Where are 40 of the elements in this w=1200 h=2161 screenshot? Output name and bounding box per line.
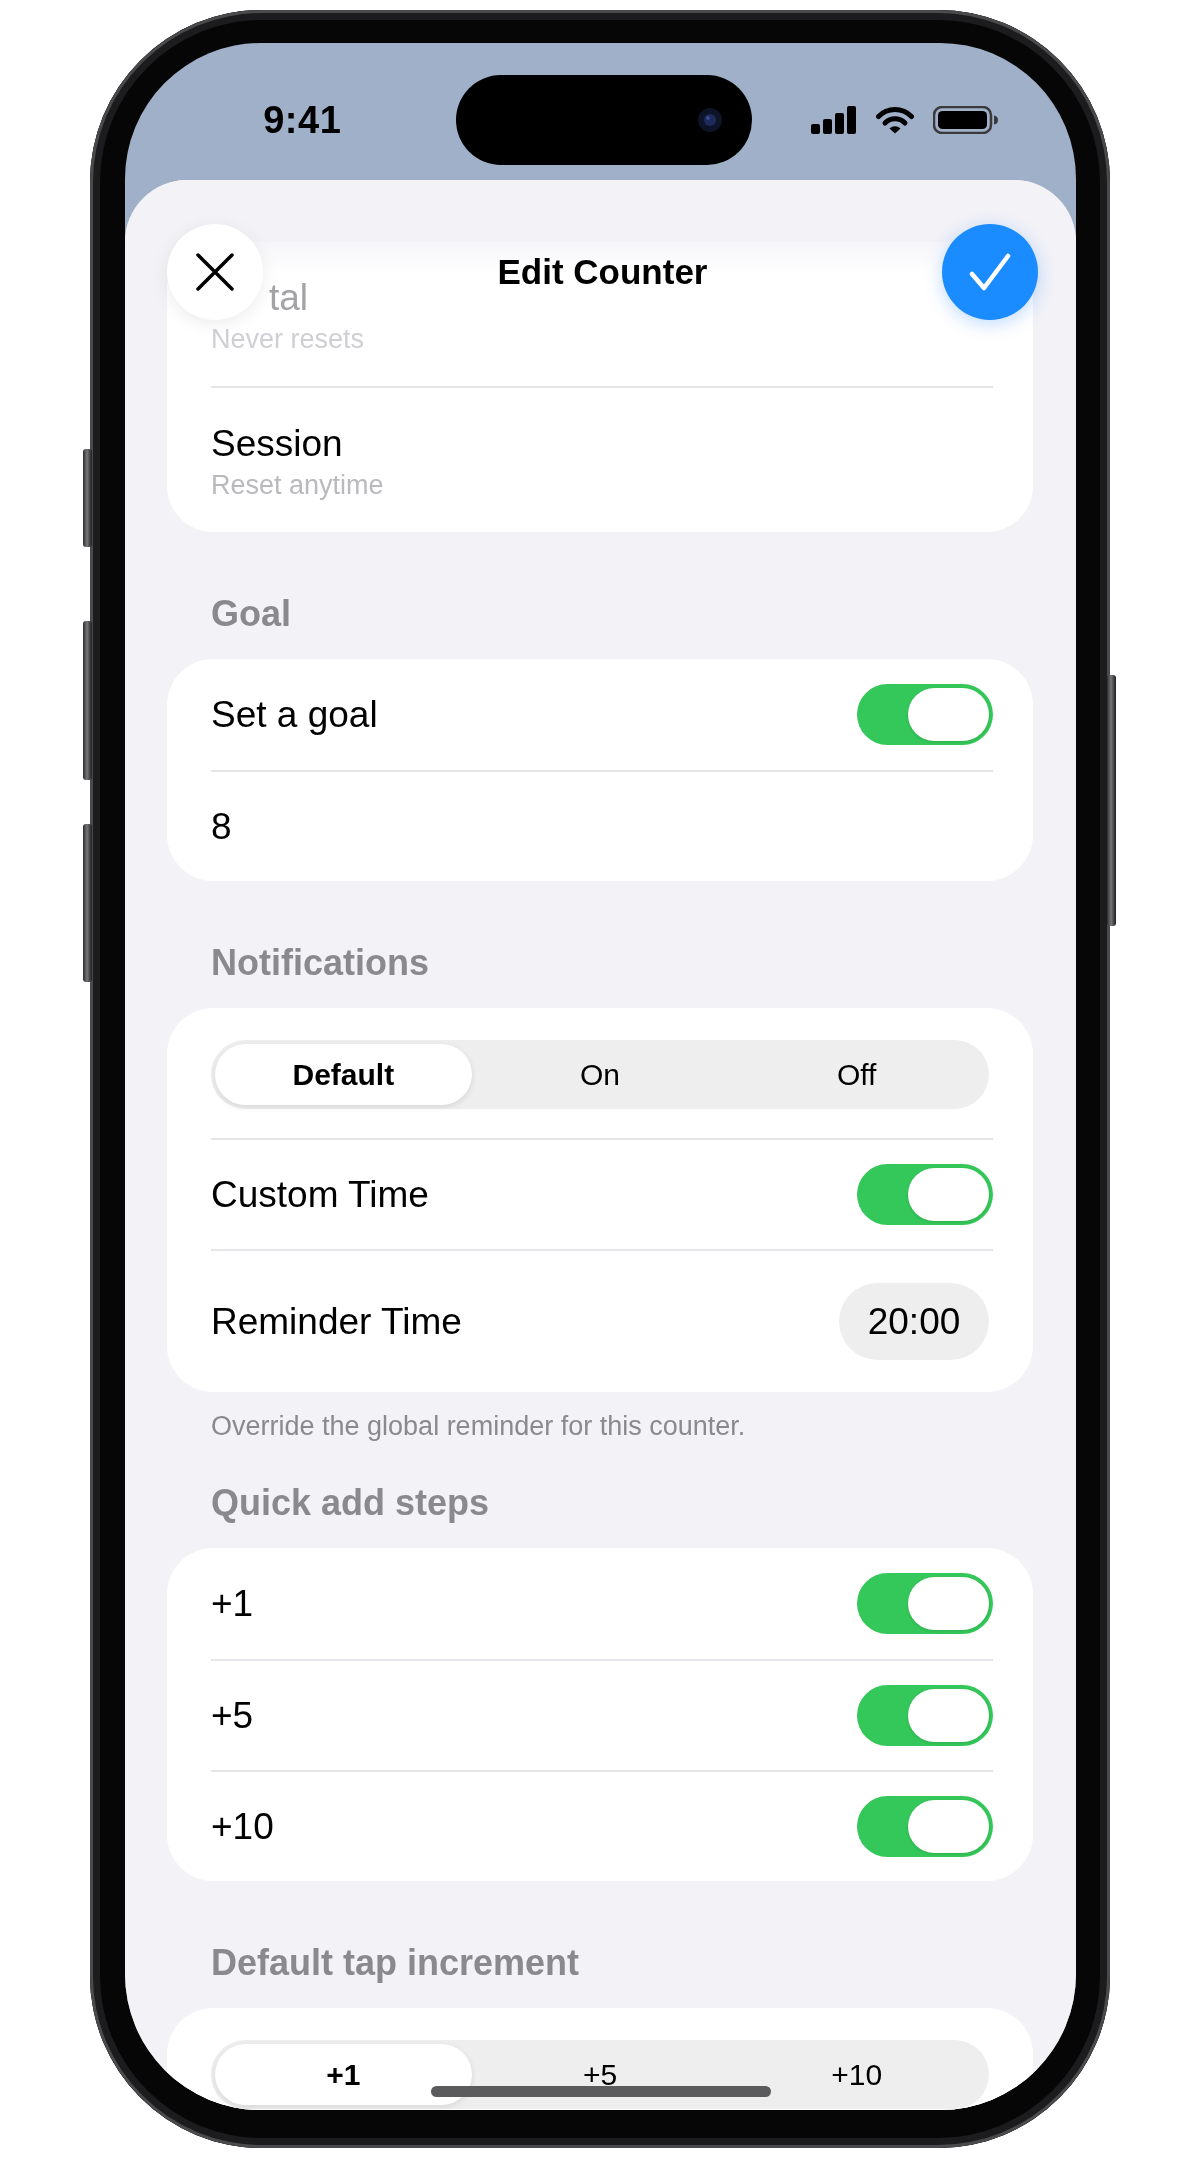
checkmark-icon bbox=[969, 253, 1011, 291]
section-footer: Override the global reminder for this counter. bbox=[211, 1409, 746, 1443]
side-button[interactable] bbox=[83, 621, 92, 780]
camera-lens-icon bbox=[697, 108, 722, 132]
sheet-title: Edit Counter bbox=[497, 252, 708, 292]
side-button[interactable] bbox=[1107, 675, 1116, 926]
segment-option[interactable]: +1 bbox=[215, 2044, 472, 2105]
close-icon bbox=[196, 253, 234, 291]
toggle-switch[interactable] bbox=[857, 1685, 993, 1746]
toggle-switch[interactable] bbox=[857, 1796, 993, 1857]
status-time: 9:41 bbox=[263, 98, 342, 142]
segment-option[interactable]: On bbox=[471, 1044, 729, 1105]
battery-icon bbox=[932, 106, 999, 134]
row-label: +1 bbox=[211, 1581, 254, 1626]
row-subtitle: Reset anytime bbox=[211, 469, 384, 502]
signal-icon bbox=[810, 106, 857, 134]
segment-option[interactable]: Default bbox=[215, 1044, 472, 1105]
segment-option[interactable]: +10 bbox=[728, 2044, 985, 2105]
row-label: Custom Time bbox=[211, 1172, 429, 1217]
wifi-icon bbox=[874, 106, 915, 134]
section-header: Goal bbox=[211, 592, 291, 636]
section-header: Quick add steps bbox=[211, 1481, 490, 1525]
toggle-switch[interactable] bbox=[857, 1573, 993, 1634]
toggle-switch[interactable] bbox=[857, 684, 993, 745]
section-header: Notifications bbox=[211, 941, 429, 985]
row-label: Reminder Time bbox=[211, 1299, 462, 1344]
toggle-switch[interactable] bbox=[857, 1164, 993, 1225]
goal-field[interactable]: 8 bbox=[211, 804, 993, 849]
row-label: +10 bbox=[211, 1804, 274, 1849]
segment-option[interactable]: Off bbox=[728, 1044, 985, 1105]
segment-option[interactable]: +5 bbox=[471, 2044, 729, 2105]
row-label: Set a goal bbox=[211, 692, 378, 737]
side-button[interactable] bbox=[83, 824, 92, 982]
confirm-button[interactable] bbox=[942, 224, 1038, 320]
row-title: tal bbox=[269, 276, 309, 320]
row-label: +5 bbox=[211, 1693, 254, 1738]
time-picker-button[interactable]: 20:00 bbox=[839, 1283, 989, 1360]
section-header: Default tap increment bbox=[211, 1941, 580, 1985]
side-button[interactable] bbox=[83, 449, 92, 547]
row-title: Session bbox=[211, 422, 343, 466]
